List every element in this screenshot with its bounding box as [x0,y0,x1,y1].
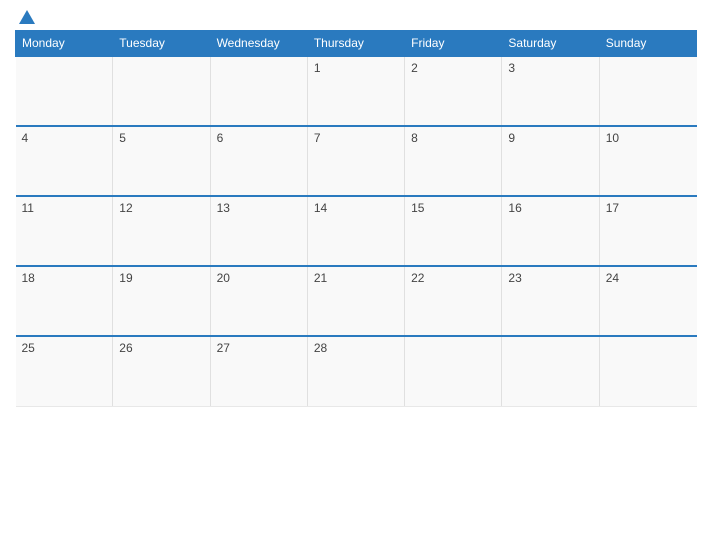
day-cell-25: 25 [16,336,113,406]
day-number: 10 [606,131,619,145]
day-cell-14: 14 [307,196,404,266]
day-number: 13 [217,201,230,215]
day-number: 11 [22,201,34,215]
day-cell-12: 12 [113,196,210,266]
day-cell-1: 1 [307,56,404,126]
day-number: 16 [508,201,521,215]
day-cell-22: 22 [405,266,502,336]
day-cell-4: 4 [16,126,113,196]
day-cell-24: 24 [599,266,696,336]
calendar-table: MondayTuesdayWednesdayThursdayFridaySatu… [15,30,697,407]
day-number: 4 [22,131,29,145]
day-number: 25 [22,341,35,355]
calendar-week-row: 11 12 13 14 15 16 17 [16,196,697,266]
day-number: 19 [119,271,132,285]
weekday-saturday: Saturday [502,31,599,57]
weekday-tuesday: Tuesday [113,31,210,57]
calendar-body: 1234567891011121314151617181920212223242… [16,56,697,406]
day-cell-15: 15 [405,196,502,266]
day-number: 15 [411,201,424,215]
day-number: 24 [606,271,619,285]
weekday-wednesday: Wednesday [210,31,307,57]
day-number: 18 [22,271,35,285]
weekday-monday: Monday [16,31,113,57]
calendar-week-row: 4 5 6 7 8 9 10 [16,126,697,196]
empty-day-cell [599,336,696,406]
day-number: 23 [508,271,521,285]
day-cell-17: 17 [599,196,696,266]
calendar-week-row: 1 2 3 [16,56,697,126]
day-cell-21: 21 [307,266,404,336]
day-cell-19: 19 [113,266,210,336]
weekday-thursday: Thursday [307,31,404,57]
logo [15,10,35,24]
day-cell-6: 6 [210,126,307,196]
day-cell-27: 27 [210,336,307,406]
day-cell-18: 18 [16,266,113,336]
day-number: 14 [314,201,327,215]
day-cell-2: 2 [405,56,502,126]
calendar-wrapper: MondayTuesdayWednesdayThursdayFridaySatu… [0,0,712,550]
day-cell-16: 16 [502,196,599,266]
day-number: 7 [314,131,321,145]
day-number: 3 [508,61,515,75]
empty-day-cell [405,336,502,406]
day-cell-11: 11 [16,196,113,266]
calendar-week-row: 25 26 27 28 [16,336,697,406]
header-row [15,10,697,24]
day-number: 12 [119,201,132,215]
day-number: 22 [411,271,424,285]
day-number: 1 [314,61,321,75]
calendar-header: MondayTuesdayWednesdayThursdayFridaySatu… [16,31,697,57]
day-cell-20: 20 [210,266,307,336]
day-cell-26: 26 [113,336,210,406]
day-number: 27 [217,341,230,355]
day-cell-3: 3 [502,56,599,126]
day-number: 9 [508,131,515,145]
empty-day-cell [210,56,307,126]
empty-day-cell [502,336,599,406]
day-cell-7: 7 [307,126,404,196]
day-number: 17 [606,201,619,215]
empty-day-cell [113,56,210,126]
day-number: 26 [119,341,132,355]
day-cell-5: 5 [113,126,210,196]
empty-day-cell [16,56,113,126]
day-cell-23: 23 [502,266,599,336]
empty-day-cell [599,56,696,126]
day-number: 21 [314,271,327,285]
day-cell-9: 9 [502,126,599,196]
day-cell-28: 28 [307,336,404,406]
day-cell-13: 13 [210,196,307,266]
day-number: 28 [314,341,327,355]
day-number: 5 [119,131,126,145]
weekday-sunday: Sunday [599,31,696,57]
day-cell-10: 10 [599,126,696,196]
day-cell-8: 8 [405,126,502,196]
day-number: 8 [411,131,418,145]
logo-triangle-icon [19,10,35,24]
weekday-row: MondayTuesdayWednesdayThursdayFridaySatu… [16,31,697,57]
day-number: 20 [217,271,230,285]
calendar-week-row: 18 19 20 21 22 23 24 [16,266,697,336]
weekday-friday: Friday [405,31,502,57]
day-number: 6 [217,131,224,145]
day-number: 2 [411,61,418,75]
